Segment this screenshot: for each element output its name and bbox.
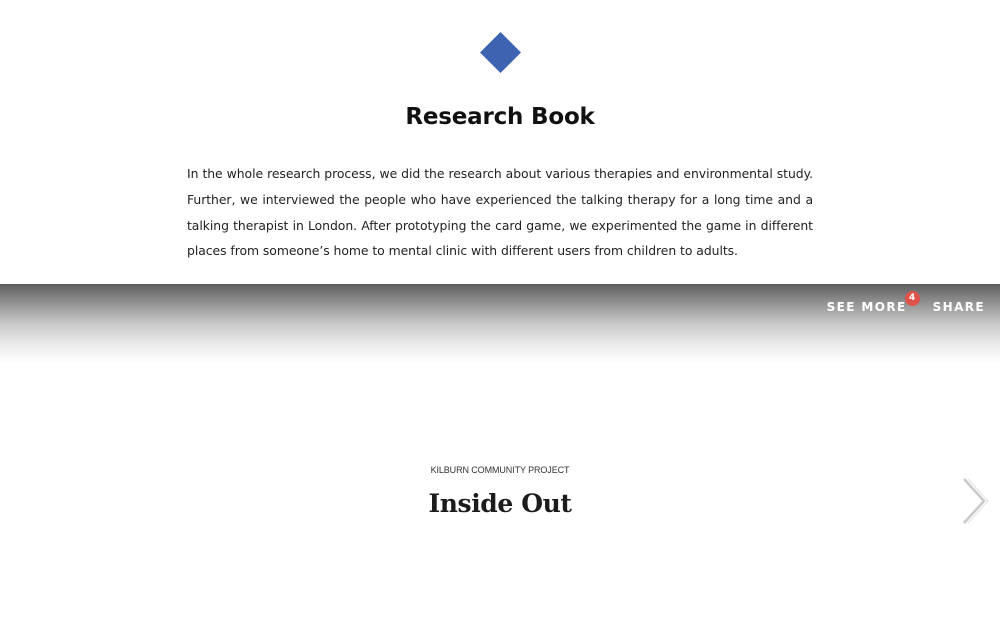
share-button[interactable]: SHARE	[933, 300, 985, 314]
action-bar: SEE MORE 4 SHARE	[826, 291, 985, 314]
next-project-kicker[interactable]: KILBURN COMMUNITY PROJECT	[0, 465, 1000, 475]
section-body: In the whole research process, we did th…	[187, 166, 813, 259]
project-page: Research Book In the whole research proc…	[0, 0, 1000, 640]
see-more-label: SEE MORE	[826, 300, 907, 314]
gradient-band	[0, 284, 1000, 364]
next-project-title[interactable]: Inside Out	[0, 489, 1000, 518]
section-title: Research Book	[405, 104, 595, 130]
diamond-icon	[479, 31, 522, 74]
see-more-button[interactable]: SEE MORE 4	[826, 291, 920, 314]
chevron-right-icon[interactable]	[958, 476, 990, 526]
see-more-count-badge: 4	[904, 291, 920, 306]
